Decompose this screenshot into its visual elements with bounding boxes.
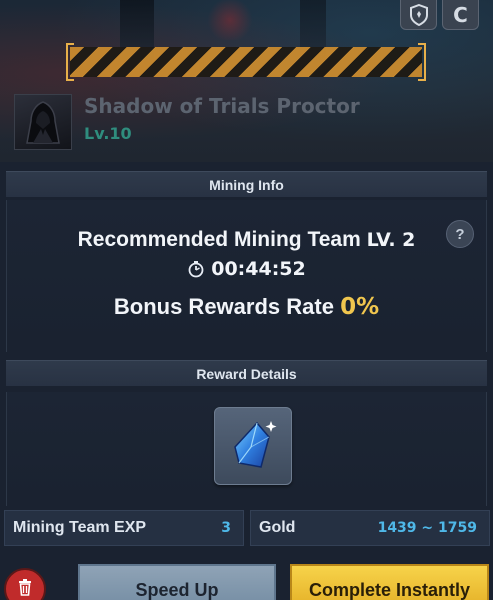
mining-info-header: Mining Info xyxy=(6,171,487,197)
background-glow xyxy=(205,0,255,40)
gold-label: Gold xyxy=(259,519,296,536)
recommended-team-line: Recommended Mining Team LV. 2 xyxy=(0,228,493,252)
hazard-stripes xyxy=(70,47,422,77)
mining-team-exp-stat: Mining Team EXP 3 xyxy=(4,510,244,546)
question-icon: ? xyxy=(455,225,465,243)
gold-stat: Gold 1439 ~ 1759 xyxy=(250,510,490,546)
c-button[interactable]: C xyxy=(442,0,479,30)
bonus-value: 0% xyxy=(340,294,380,320)
trash-icon xyxy=(19,579,31,596)
help-button[interactable]: ? xyxy=(446,220,474,248)
gold-value: 1439 ~ 1759 xyxy=(377,520,477,536)
mining-screen: C Shadow of Trials Proctor Lv.10 Mining … xyxy=(0,0,493,600)
boss-level: Lv.10 xyxy=(84,124,132,143)
bracket-left xyxy=(66,43,74,81)
blue-crystal-icon xyxy=(234,421,277,468)
mining-info-title: Mining Info xyxy=(209,176,284,193)
hooded-figure-icon xyxy=(26,101,60,144)
shield-icon xyxy=(409,3,428,26)
timer-value: 00:44:52 xyxy=(211,258,306,280)
speed-up-button[interactable]: Speed Up xyxy=(78,564,276,600)
exp-value: 3 xyxy=(221,520,231,536)
c-icon: C xyxy=(453,2,468,27)
complete-instantly-label: Complete Instantly xyxy=(308,580,471,600)
timer-line: 00:44:52 xyxy=(0,258,493,280)
bonus-rate-line: Bonus Rewards Rate 0% xyxy=(0,294,493,320)
bracket-right xyxy=(418,43,426,81)
hazard-progress-bar xyxy=(66,43,426,81)
stopwatch-icon xyxy=(188,261,204,278)
complete-instantly-button[interactable]: Complete Instantly xyxy=(290,564,489,600)
reward-item-slot[interactable] xyxy=(214,407,292,485)
reward-details-title: Reward Details xyxy=(196,365,297,382)
exp-label: Mining Team EXP xyxy=(13,519,147,536)
recommended-level: LV. 2 xyxy=(366,229,416,251)
boss-name: Shadow of Trials Proctor xyxy=(84,94,360,118)
speed-up-label: Speed Up xyxy=(135,580,219,600)
header-area: C Shadow of Trials Proctor Lv.10 xyxy=(0,0,493,162)
boss-portrait xyxy=(14,94,72,150)
reward-details-header: Reward Details xyxy=(6,360,487,386)
shield-button[interactable] xyxy=(400,0,437,30)
bonus-label: Bonus Rewards Rate xyxy=(113,294,334,319)
recommended-label: Recommended Mining Team xyxy=(77,228,361,251)
